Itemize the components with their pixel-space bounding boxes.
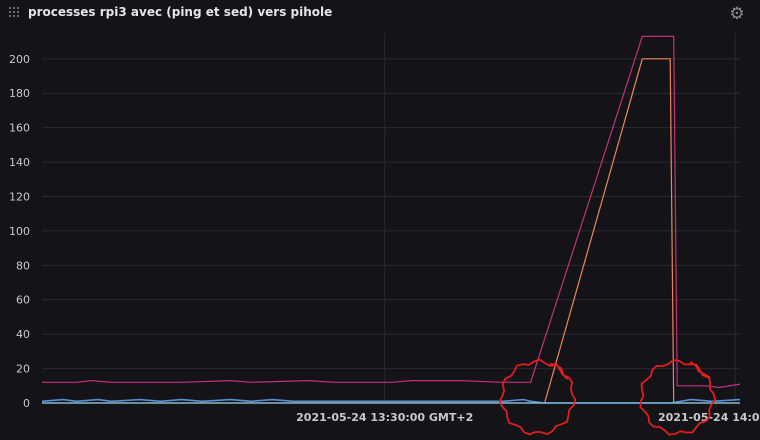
y-tick-label: 60	[16, 294, 30, 307]
y-tick-label: 20	[16, 363, 30, 376]
y-tick-label: 120	[9, 190, 30, 203]
y-tick-label: 80	[16, 259, 30, 272]
chart-panel: processes rpi3 avec (ping et sed) vers p…	[0, 0, 760, 440]
y-tick-label: 140	[9, 156, 30, 169]
y-tick-label: 180	[9, 87, 30, 100]
y-tick-label: 100	[9, 225, 30, 238]
y-tick-label: 160	[9, 122, 30, 135]
chart-svg: 0 20 40 60 80 100 120 140 160 180 200 2021-05-24 13…	[9, 33, 760, 436]
y-tick-label: 200	[9, 53, 30, 66]
y-tick-label: 40	[16, 328, 30, 341]
y-tick-label: 0	[23, 397, 30, 410]
annotation-circle	[498, 358, 577, 436]
series-line-1	[42, 35, 741, 389]
x-tick-label: 2021-05-24 13:30:00 GMT+2	[296, 411, 473, 424]
